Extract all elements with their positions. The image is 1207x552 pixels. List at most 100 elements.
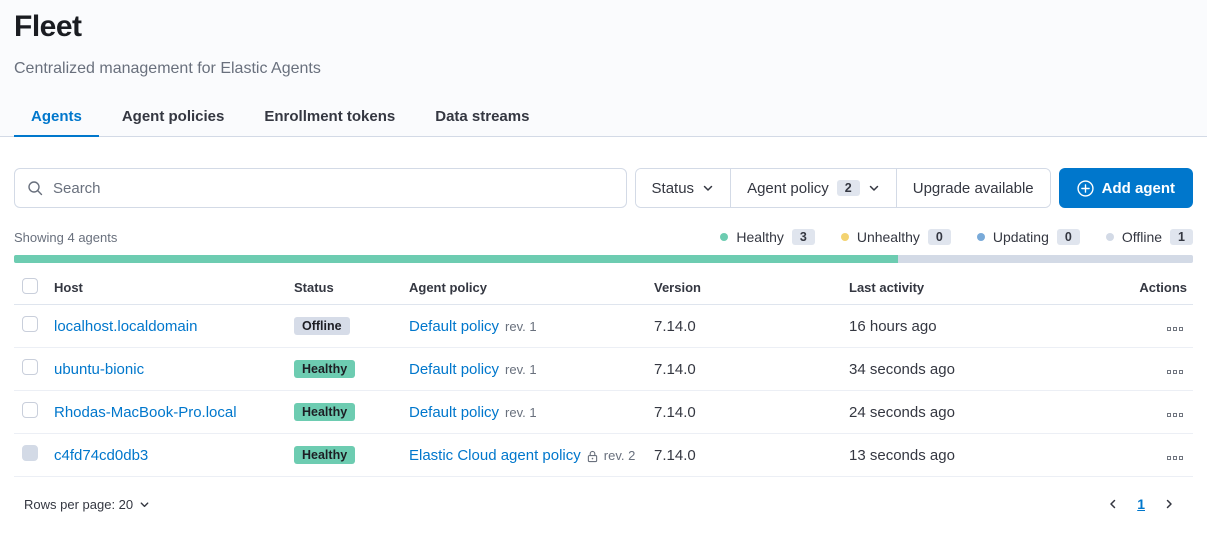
version-cell: 7.14.0 <box>654 404 849 421</box>
chevron-left-icon <box>1107 498 1119 510</box>
column-header-actions: Actions <box>1123 280 1193 295</box>
column-header-policy[interactable]: Agent policy <box>409 280 654 295</box>
page-header: Fleet Centralized management for Elastic… <box>0 0 1207 137</box>
legend-label: Unhealthy <box>857 229 920 245</box>
offline-dot-icon <box>1106 233 1114 241</box>
table-row: localhost.localdomain Offline Default po… <box>14 305 1193 348</box>
status-badge: Offline <box>294 317 350 335</box>
agent-policy-filter-button[interactable]: Agent policy 2 <box>730 169 896 207</box>
search-input[interactable] <box>14 168 627 208</box>
upgrade-available-filter-label: Upgrade available <box>913 180 1034 197</box>
row-checkbox[interactable] <box>22 316 38 332</box>
add-agent-button[interactable]: Add agent <box>1059 168 1193 208</box>
policy-revision: rev. 1 <box>505 362 537 377</box>
tab-data-streams[interactable]: Data streams <box>418 98 546 137</box>
rows-per-page-button[interactable]: Rows per page: 20 <box>14 497 150 512</box>
last-activity-cell: 13 seconds ago <box>849 447 1123 464</box>
row-actions-button[interactable] <box>1163 452 1187 464</box>
column-header-last-activity[interactable]: Last activity <box>849 280 1123 295</box>
tab-bar: Agents Agent policies Enrollment tokens … <box>14 98 1193 136</box>
chevron-down-icon <box>702 182 714 194</box>
row-actions-button[interactable] <box>1163 323 1187 335</box>
health-status-bar <box>14 255 1193 263</box>
host-link[interactable]: ubuntu-bionic <box>54 361 144 378</box>
chevron-right-icon <box>1163 498 1175 510</box>
chevron-down-icon <box>139 499 150 510</box>
next-page-button[interactable] <box>1161 496 1177 512</box>
status-badge: Healthy <box>294 403 355 421</box>
tab-agents[interactable]: Agents <box>14 98 99 137</box>
column-header-version[interactable]: Version <box>654 280 849 295</box>
health-bar-healthy-segment <box>14 255 898 263</box>
version-cell: 7.14.0 <box>654 361 849 378</box>
select-all-checkbox[interactable] <box>22 278 38 294</box>
legend-item-healthy: Healthy 3 <box>720 229 814 245</box>
legend-count: 0 <box>1057 229 1080 245</box>
legend-label: Offline <box>1122 229 1162 245</box>
agent-policy-filter-count: 2 <box>837 180 860 196</box>
version-cell: 7.14.0 <box>654 318 849 335</box>
status-badge: Healthy <box>294 360 355 378</box>
plus-circle-icon <box>1077 180 1094 197</box>
column-header-status[interactable]: Status <box>294 280 409 295</box>
policy-revision: rev. 2 <box>604 448 636 463</box>
agent-policy-link[interactable]: Elastic Cloud agent policy <box>409 447 581 464</box>
pagination: 1 <box>1105 496 1193 512</box>
page-title: Fleet <box>14 10 1193 44</box>
legend-label: Updating <box>993 229 1049 245</box>
table-row: Rhodas-MacBook-Pro.local Healthy Default… <box>14 391 1193 434</box>
upgrade-available-filter-button[interactable]: Upgrade available <box>896 169 1050 207</box>
legend-item-unhealthy: Unhealthy 0 <box>841 229 951 245</box>
healthy-dot-icon <box>720 233 728 241</box>
row-checkbox[interactable] <box>22 402 38 418</box>
unhealthy-dot-icon <box>841 233 849 241</box>
table-row: c4fd74cd0db3 Healthy Elastic Cloud agent… <box>14 434 1193 477</box>
agent-policy-link[interactable]: Default policy <box>409 361 499 378</box>
host-link[interactable]: localhost.localdomain <box>54 318 197 335</box>
legend-item-updating: Updating 0 <box>977 229 1080 245</box>
toolbar: Status Agent policy 2 Upgrade available <box>14 168 1193 208</box>
legend-count: 1 <box>1170 229 1193 245</box>
legend-count: 3 <box>792 229 815 245</box>
page-subtitle: Centralized management for Elastic Agent… <box>14 60 1193 78</box>
table-header-row: Host Status Agent policy Version Last ac… <box>14 271 1193 305</box>
last-activity-cell: 24 seconds ago <box>849 404 1123 421</box>
column-header-host[interactable]: Host <box>54 280 294 295</box>
row-actions-button[interactable] <box>1163 366 1187 378</box>
row-checkbox[interactable] <box>22 359 38 375</box>
page-number-1[interactable]: 1 <box>1137 496 1145 512</box>
search-bar <box>14 168 627 208</box>
host-link[interactable]: Rhodas-MacBook-Pro.local <box>54 404 237 421</box>
status-filter-label: Status <box>652 180 695 197</box>
last-activity-cell: 34 seconds ago <box>849 361 1123 378</box>
add-agent-label: Add agent <box>1102 180 1175 197</box>
agents-summary: Showing 4 agents Healthy 3 Unhealthy 0 U… <box>14 229 1193 245</box>
agent-policy-link[interactable]: Default policy <box>409 404 499 421</box>
showing-count: Showing 4 agents <box>14 230 117 245</box>
health-legend: Healthy 3 Unhealthy 0 Updating 0 Offline… <box>720 229 1193 245</box>
chevron-down-icon <box>868 182 880 194</box>
updating-dot-icon <box>977 233 985 241</box>
policy-revision: rev. 1 <box>505 319 537 334</box>
agent-policy-link[interactable]: Default policy <box>409 318 499 335</box>
host-link[interactable]: c4fd74cd0db3 <box>54 447 148 464</box>
status-badge: Healthy <box>294 446 355 464</box>
search-icon <box>27 180 43 196</box>
legend-item-offline: Offline 1 <box>1106 229 1193 245</box>
last-activity-cell: 16 hours ago <box>849 318 1123 335</box>
status-filter-button[interactable]: Status <box>636 169 731 207</box>
previous-page-button[interactable] <box>1105 496 1121 512</box>
legend-count: 0 <box>928 229 951 245</box>
filter-group: Status Agent policy 2 Upgrade available <box>635 168 1051 208</box>
rows-per-page-label: Rows per page: 20 <box>24 497 133 512</box>
table-footer: Rows per page: 20 1 <box>14 496 1193 512</box>
row-checkbox <box>22 445 38 461</box>
tab-enrollment-tokens[interactable]: Enrollment tokens <box>247 98 412 137</box>
tab-agent-policies[interactable]: Agent policies <box>105 98 242 137</box>
row-actions-button[interactable] <box>1163 409 1187 421</box>
table-row: ubuntu-bionic Healthy Default policy rev… <box>14 348 1193 391</box>
policy-revision: rev. 1 <box>505 405 537 420</box>
agent-policy-filter-label: Agent policy <box>747 180 829 197</box>
legend-label: Healthy <box>736 229 783 245</box>
main-content: Status Agent policy 2 Upgrade available <box>0 168 1207 512</box>
